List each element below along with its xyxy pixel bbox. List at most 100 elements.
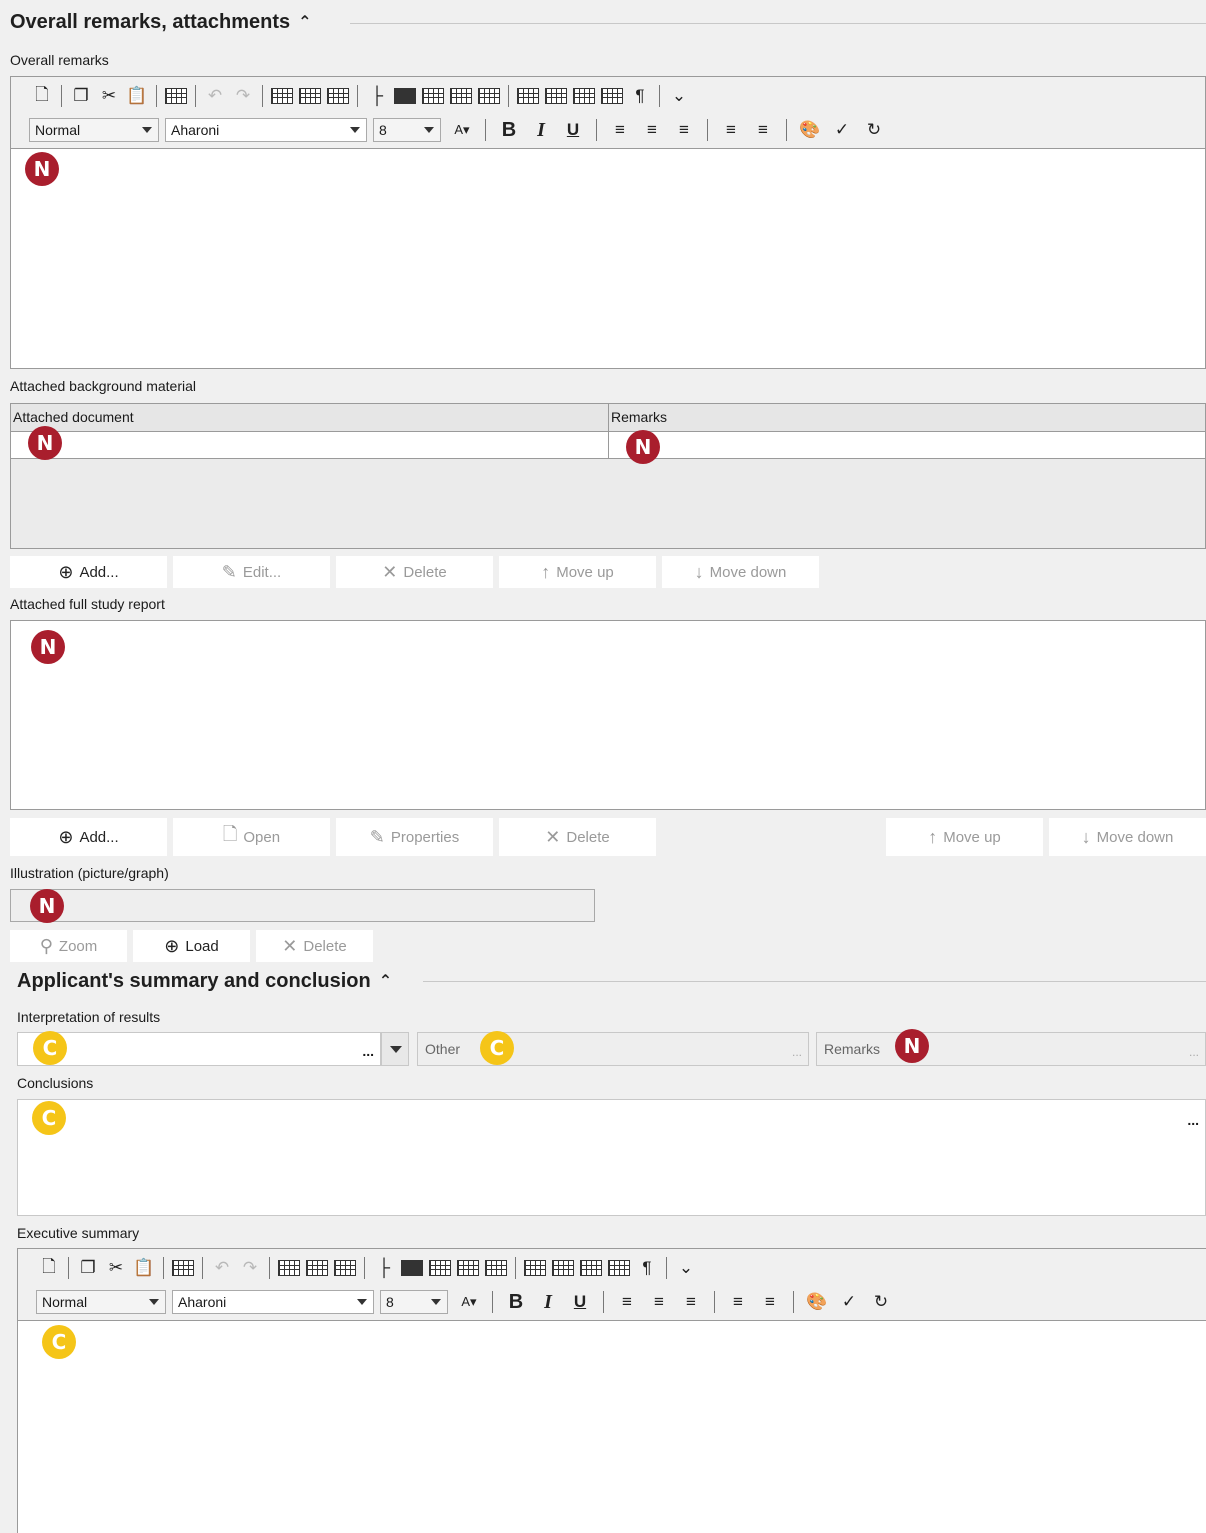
insert-column-icon[interactable]: ├ <box>373 1257 395 1279</box>
delete-background-button[interactable]: ✕ Delete <box>336 556 493 588</box>
cell-properties-icon[interactable] <box>573 85 595 107</box>
align-center-icon[interactable]: ≡ <box>641 119 663 141</box>
zoom-button[interactable]: ⚲ Zoom <box>10 930 127 962</box>
ellipsis-button[interactable]: ... <box>1189 1045 1199 1059</box>
insert-table-icon[interactable] <box>165 85 187 107</box>
add-background-button[interactable]: ⊕ Add... <box>10 556 167 588</box>
font-size-icon[interactable]: A▾ <box>458 1291 480 1313</box>
underline-icon[interactable]: U <box>562 119 584 141</box>
clear-format-icon[interactable]: ✓ <box>831 119 853 141</box>
illustration-field[interactable] <box>10 889 595 922</box>
table-cell-remarks[interactable] <box>609 432 1205 459</box>
table-cell-document[interactable] <box>11 432 609 459</box>
table-col-icon[interactable] <box>334 1257 356 1279</box>
full-study-report-list[interactable] <box>10 620 1206 810</box>
background-material-table[interactable]: Attached document Remarks <box>10 403 1206 549</box>
cell-properties-icon[interactable] <box>580 1257 602 1279</box>
collapse-caret-icon[interactable]: ⌃ <box>298 12 311 32</box>
insert-row-below-icon[interactable] <box>478 85 500 107</box>
interpretation-dropdown-button[interactable] <box>381 1032 409 1066</box>
split-cells-icon[interactable] <box>429 1257 451 1279</box>
text-color-icon[interactable]: 🎨 <box>806 1291 828 1313</box>
align-center-icon[interactable]: ≡ <box>648 1291 670 1313</box>
move-down-report-button[interactable]: ↓ Move down <box>1049 818 1206 856</box>
table-properties-icon[interactable] <box>601 85 623 107</box>
undo-icon[interactable]: ↶ <box>211 1257 233 1279</box>
insert-row-below-icon[interactable] <box>485 1257 507 1279</box>
ellipsis-button[interactable]: ... <box>362 1043 374 1059</box>
insert-row-above-icon[interactable] <box>450 85 472 107</box>
table-icon[interactable] <box>271 85 293 107</box>
delete-report-button[interactable]: ✕ Delete <box>499 818 656 856</box>
insert-row-above-icon[interactable] <box>457 1257 479 1279</box>
cut-icon[interactable]: ✂ <box>98 85 120 107</box>
redo-icon[interactable]: ↷ <box>239 1257 261 1279</box>
size-select[interactable]: 8 <box>373 118 441 142</box>
align-left-icon[interactable]: ≡ <box>616 1291 638 1313</box>
conclusions-textarea[interactable]: ... <box>17 1099 1206 1216</box>
paste-icon[interactable]: 📋 <box>133 1257 155 1279</box>
edit-background-button[interactable]: ✎ Edit... <box>173 556 330 588</box>
refresh-icon[interactable]: ↻ <box>863 119 885 141</box>
table-row-icon[interactable] <box>306 1257 328 1279</box>
column-header-document[interactable]: Attached document <box>11 404 609 432</box>
pilcrow-icon[interactable]: ¶ <box>629 85 651 107</box>
delete-col-icon[interactable] <box>552 1257 574 1279</box>
move-down-background-button[interactable]: ↓ Move down <box>662 556 819 588</box>
other-field[interactable]: Other ... <box>417 1032 809 1066</box>
numbered-list-icon[interactable]: ≡ <box>720 119 742 141</box>
more-chevron-down-icon[interactable]: ⌄ <box>668 85 690 107</box>
table-row-icon[interactable] <box>299 85 321 107</box>
delete-row-icon[interactable] <box>517 85 539 107</box>
numbered-list-icon[interactable]: ≡ <box>727 1291 749 1313</box>
more-chevron-down-icon[interactable]: ⌄ <box>675 1257 697 1279</box>
split-cells-icon[interactable] <box>422 85 444 107</box>
paste-icon[interactable]: 📋 <box>126 85 148 107</box>
executive-summary-editor[interactable]: 🗋 ❐ ✂ 📋 ↶ ↷ ├ ¶ ⌄ Normal Aharoni 8 A▾ B … <box>17 1248 1206 1533</box>
clear-format-icon[interactable]: ✓ <box>838 1291 860 1313</box>
table-icon[interactable] <box>278 1257 300 1279</box>
open-report-button[interactable]: 🗋 Open <box>173 818 330 856</box>
bold-icon[interactable]: B <box>505 1291 527 1313</box>
new-document-icon[interactable]: 🗋 <box>31 85 53 107</box>
align-right-icon[interactable]: ≡ <box>673 119 695 141</box>
style-select[interactable]: Normal <box>36 1290 166 1314</box>
delete-col-icon[interactable] <box>545 85 567 107</box>
delete-row-icon[interactable] <box>524 1257 546 1279</box>
section-title-applicant-summary[interactable]: Applicant's summary and conclusion ⌃ <box>17 970 392 993</box>
ellipsis-button[interactable]: ... <box>1187 1112 1199 1128</box>
bold-icon[interactable]: B <box>498 119 520 141</box>
section-title-overall-remarks[interactable]: Overall remarks, attachments ⌃ <box>10 11 312 34</box>
move-up-report-button[interactable]: ↑ Move up <box>886 818 1043 856</box>
delete-illustration-button[interactable]: ✕ Delete <box>256 930 373 962</box>
font-select[interactable]: Aharoni <box>165 118 367 142</box>
align-right-icon[interactable]: ≡ <box>680 1291 702 1313</box>
collapse-caret-icon[interactable]: ⌃ <box>379 971 392 991</box>
pilcrow-icon[interactable]: ¶ <box>636 1257 658 1279</box>
size-select[interactable]: 8 <box>380 1290 448 1314</box>
ellipsis-button[interactable]: ... <box>792 1045 802 1059</box>
copy-icon[interactable]: ❐ <box>70 85 92 107</box>
underline-icon[interactable]: U <box>569 1291 591 1313</box>
move-up-background-button[interactable]: ↑ Move up <box>499 556 656 588</box>
bullet-list-icon[interactable]: ≡ <box>752 119 774 141</box>
merge-cells-icon[interactable] <box>394 85 416 107</box>
load-button[interactable]: ⊕ Load <box>133 930 250 962</box>
overall-remarks-editor[interactable]: 🗋 ❐ ✂ 📋 ↶ ↷ ├ ¶ ⌄ Normal Aharoni 8 A▾ B … <box>10 76 1206 369</box>
italic-icon[interactable]: I <box>537 1291 559 1313</box>
italic-icon[interactable]: I <box>530 119 552 141</box>
align-left-icon[interactable]: ≡ <box>609 119 631 141</box>
text-color-icon[interactable]: 🎨 <box>799 119 821 141</box>
copy-icon[interactable]: ❐ <box>77 1257 99 1279</box>
properties-report-button[interactable]: ✎ Properties <box>336 818 493 856</box>
column-header-remarks[interactable]: Remarks <box>609 404 1205 432</box>
merge-cells-icon[interactable] <box>401 1257 423 1279</box>
add-report-button[interactable]: ⊕ Add... <box>10 818 167 856</box>
redo-icon[interactable]: ↷ <box>232 85 254 107</box>
font-select[interactable]: Aharoni <box>172 1290 374 1314</box>
bullet-list-icon[interactable]: ≡ <box>759 1291 781 1313</box>
interpretation-select[interactable]: ... <box>17 1032 381 1066</box>
refresh-icon[interactable]: ↻ <box>870 1291 892 1313</box>
style-select[interactable]: Normal <box>29 118 159 142</box>
remarks-field[interactable]: Remarks ... <box>816 1032 1206 1066</box>
